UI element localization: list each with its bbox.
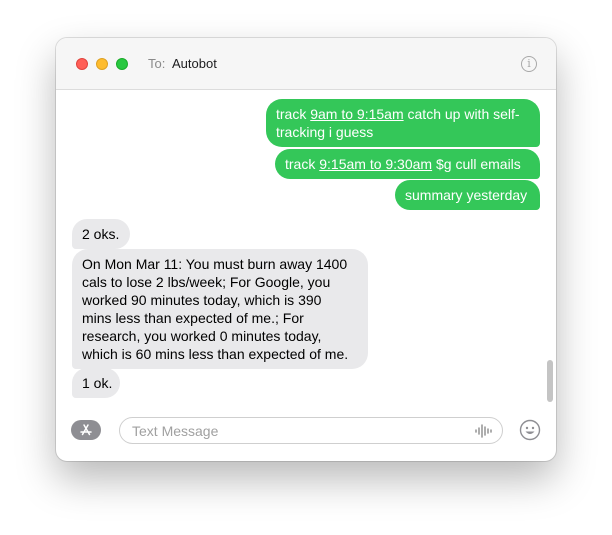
message-text: $g cull emails [432, 156, 521, 172]
title-bar: To: Autobot i [56, 38, 556, 90]
outgoing-message-2[interactable]: track 9:15am to 9:30am $g cull emails [275, 149, 540, 179]
transcript-scrollbar[interactable] [547, 360, 553, 402]
incoming-message-3[interactable]: 1 ok. [72, 368, 120, 398]
outgoing-message-1[interactable]: track 9am to 9:15am catch up with self-t… [266, 99, 540, 147]
incoming-message-1[interactable]: 2 oks. [72, 219, 130, 249]
message-transcript[interactable]: track 9am to 9:15am catch up with self-t… [56, 91, 556, 401]
message-field[interactable] [119, 417, 503, 444]
message-line: cals to lose 2 lbs/week; For Google, you [82, 274, 331, 290]
outgoing-message-3[interactable]: summary yesterday [395, 180, 540, 210]
message-input[interactable] [132, 422, 462, 440]
message-text: summary yesterday [405, 187, 528, 203]
audio-waveform-icon[interactable] [474, 424, 492, 438]
message-line: On Mon Mar 11: You must burn away 1400 [82, 256, 348, 272]
message-text: track [285, 156, 320, 172]
message-text: tracking i guess [276, 124, 374, 140]
message-line: research, you worked 0 minutes today, [82, 328, 322, 344]
app-store-glyph [80, 424, 92, 436]
info-icon[interactable]: i [521, 56, 537, 72]
incoming-message-2[interactable]: On Mon Mar 11: You must burn away 1400 c… [72, 249, 368, 369]
time-range-link[interactable]: 9am to 9:15am [310, 106, 403, 122]
message-text: track [276, 106, 311, 122]
message-line: which is 60 mins less than expected of m… [82, 346, 349, 362]
time-range-link[interactable]: 9:15am to 9:30am [319, 156, 432, 172]
composer-bar [56, 408, 556, 461]
minimize-window-button[interactable] [96, 58, 108, 70]
message-line: worked 90 minutes today, which is 390 [82, 292, 322, 308]
close-window-button[interactable] [76, 58, 88, 70]
emoji-icon[interactable] [519, 419, 541, 441]
messages-window: To: Autobot i track 9am to 9:15am catch … [56, 38, 556, 461]
message-text: 1 ok. [82, 375, 113, 391]
to-label: To: [148, 56, 166, 71]
message-text: catch up with self- [403, 106, 520, 122]
app-store-icon[interactable] [71, 420, 101, 440]
zoom-window-button[interactable] [116, 58, 128, 70]
message-line: mins less than expected of me.; For [82, 310, 304, 326]
message-text: 2 oks. [82, 226, 120, 242]
recipient-name[interactable]: Autobot [172, 56, 217, 71]
